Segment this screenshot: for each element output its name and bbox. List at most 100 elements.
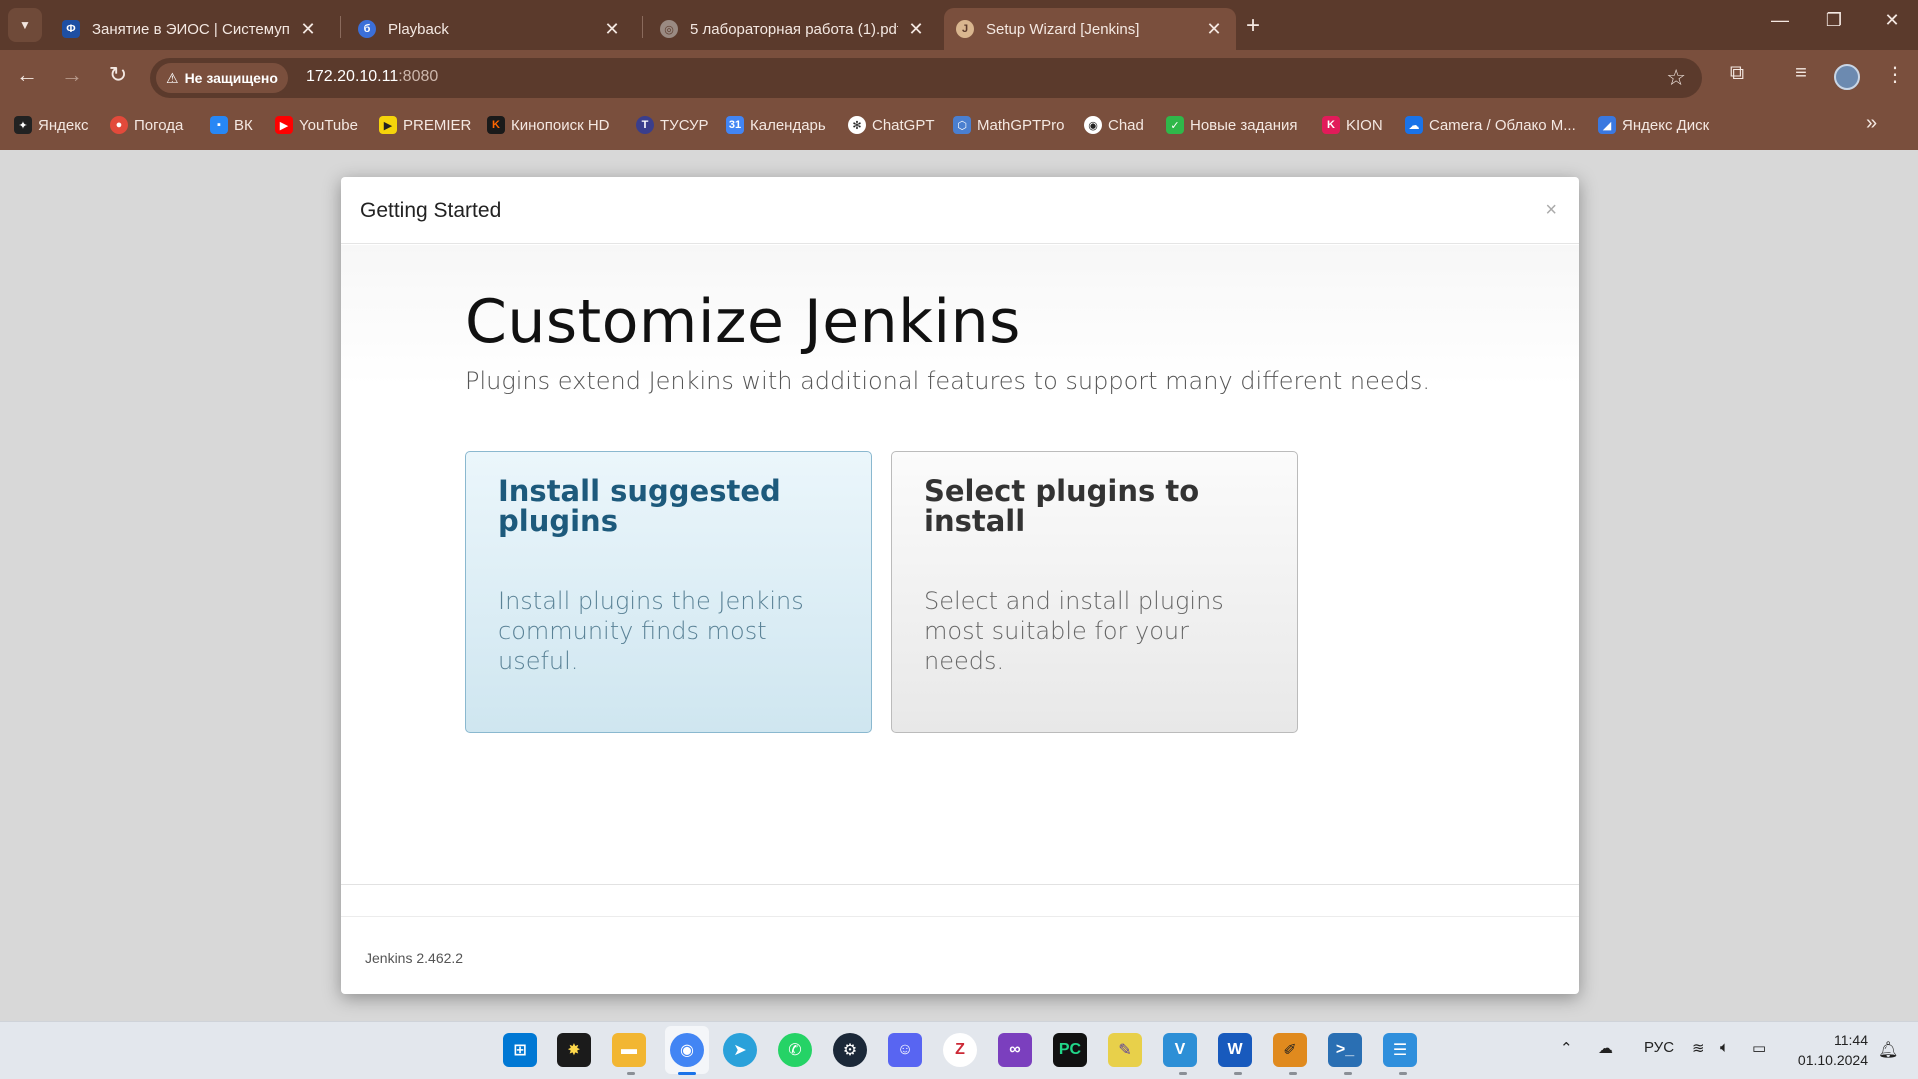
visual-studio-icon[interactable]: ∞ xyxy=(998,1033,1032,1067)
bookmark-tusur[interactable]: T ТУСУР xyxy=(636,114,709,136)
option-description: Select and install plugins most suitable… xyxy=(924,587,1224,675)
chad-icon: ◉ xyxy=(1084,116,1102,134)
whatsapp-icon[interactable]: ✆ xyxy=(778,1033,812,1067)
onedrive-cloud-icon[interactable]: ☁ xyxy=(1598,1039,1613,1057)
bookmark-new-tasks[interactable]: ✓ Новые задания xyxy=(1166,114,1298,136)
option-title: Select plugins to install xyxy=(924,474,1200,538)
telegram-icon[interactable]: ➤ xyxy=(723,1033,757,1067)
editor-x64-icon[interactable]: ✐ xyxy=(1273,1033,1307,1067)
setup-wizard-dialog: Getting Started × Customize Jenkins Plug… xyxy=(341,177,1579,994)
url-port: :8080 xyxy=(398,68,439,85)
double-chevron-right-icon[interactable]: » xyxy=(1866,112,1877,135)
toolbar: ← → ↻ ⚠ Не защищено 172.20.10.11:8080 ☆ … xyxy=(0,50,1918,100)
running-indicator xyxy=(627,1072,635,1075)
menu-kebab-icon[interactable]: ⋮ xyxy=(1880,62,1910,87)
forward-button[interactable]: → xyxy=(57,62,87,88)
bookmark-label: Календарь xyxy=(750,116,826,134)
bookmark-chatgpt[interactable]: ✻ ChatGPT xyxy=(848,114,935,136)
tab-pdf[interactable]: ◎ 5 лабораторная работа (1).pdf ✕ xyxy=(648,8,938,50)
tab-search-button[interactable]: ▼ xyxy=(8,8,42,42)
clock[interactable]: 11:44 01.10.2024 xyxy=(1790,1030,1868,1070)
premier-icon: ▶ xyxy=(379,116,397,134)
pycharm-icon[interactable]: PC xyxy=(1053,1033,1087,1067)
bookmark-premier[interactable]: ▶ PREMIER xyxy=(379,114,471,136)
close-icon[interactable]: ✕ xyxy=(906,19,926,40)
reload-button[interactable]: ↻ xyxy=(103,62,133,88)
divider xyxy=(341,884,1579,885)
running-indicator xyxy=(1234,1072,1242,1075)
volume-icon[interactable]: 🔈︎ xyxy=(1720,1039,1729,1056)
option-title: Install suggested plugins xyxy=(498,474,781,538)
tab-playback[interactable]: б Playback ✕ xyxy=(346,8,634,50)
word-icon[interactable]: W xyxy=(1218,1033,1252,1067)
url-host: 172.20.10.11 xyxy=(306,68,399,85)
bookmark-calendar[interactable]: 31 Календарь xyxy=(726,114,826,136)
restore-button[interactable]: ❐ xyxy=(1814,10,1854,31)
battery-icon[interactable]: ▭ xyxy=(1752,1039,1766,1057)
windows-start-icon[interactable]: ⊞ xyxy=(503,1033,537,1067)
notepad-icon[interactable]: ☰ xyxy=(1383,1033,1417,1067)
url-text[interactable]: 172.20.10.11:8080 xyxy=(306,68,438,86)
bookmark-label: ВК xyxy=(234,116,253,134)
file-explorer-icon[interactable]: ▬ xyxy=(612,1033,646,1067)
bookmark-label: ТУСУР xyxy=(660,116,709,134)
extensions-icon[interactable]: ⧉ xyxy=(1722,62,1752,85)
tab-title: Playback xyxy=(388,20,449,38)
bookmark-weather[interactable]: ● Погода xyxy=(110,114,183,136)
notification-bell-icon[interactable]: 🔔︎ xyxy=(1878,1040,1898,1060)
steam-icon[interactable]: ⚙ xyxy=(833,1033,867,1067)
jenkins-version: Jenkins 2.462.2 xyxy=(365,950,464,966)
bookmark-yandex-disk[interactable]: ◢ Яндекс Диск xyxy=(1598,114,1709,136)
chatgpt-icon: ✻ xyxy=(848,116,866,134)
chevron-down-icon: ▼ xyxy=(19,18,31,32)
close-window-button[interactable]: ✕ xyxy=(1872,10,1912,31)
bookmark-label: Погода xyxy=(134,116,184,134)
bookmark-chad[interactable]: ◉ Chad xyxy=(1084,114,1144,136)
code-editor-icon[interactable]: V xyxy=(1163,1033,1197,1067)
select-plugins-button[interactable]: Select plugins to install Select and ins… xyxy=(891,451,1298,733)
tab-jenkins-setup[interactable]: J Setup Wizard [Jenkins] ✕ xyxy=(944,8,1236,50)
security-chip[interactable]: ⚠ Не защищено xyxy=(156,63,288,93)
back-button[interactable]: ← xyxy=(12,62,42,88)
youtube-icon: ▶ xyxy=(275,116,293,134)
running-indicator xyxy=(1399,1072,1407,1075)
tab-eios[interactable]: Ф Занятие в ЭИОС | Системупр ✕ xyxy=(50,8,330,50)
powershell-icon[interactable]: >_ xyxy=(1328,1033,1362,1067)
bookmark-yandex[interactable]: ✦ Яндекс xyxy=(14,114,88,136)
tab-title: Занятие в ЭИОС | Системупр xyxy=(92,20,290,38)
close-icon[interactable]: ✕ xyxy=(602,19,622,40)
install-suggested-plugins-button[interactable]: Install suggested plugins Install plugin… xyxy=(465,451,872,733)
bookmark-vk[interactable]: ▪ ВК xyxy=(210,114,253,136)
yandex-icon: ✦ xyxy=(14,116,32,134)
dialog-header: Getting Started × xyxy=(341,177,1579,244)
explorer-sparkle-icon[interactable]: ✸ xyxy=(557,1033,591,1067)
bookmark-label: Кинопоиск HD xyxy=(511,116,610,134)
minimize-button[interactable]: — xyxy=(1760,10,1800,31)
profile-avatar[interactable] xyxy=(1834,64,1860,90)
bookmark-kinopoisk[interactable]: K Кинопоиск HD xyxy=(487,114,609,136)
discord-icon[interactable]: ☺ xyxy=(888,1033,922,1067)
bookmark-label: ChatGPT xyxy=(872,116,935,134)
address-bar[interactable]: ⚠ Не защищено 172.20.10.11:8080 ☆ xyxy=(150,58,1702,98)
dialog-header-title: Getting Started xyxy=(360,199,502,222)
yadisk-icon: ◢ xyxy=(1598,116,1616,134)
playback-icon: б xyxy=(358,20,376,38)
bookmark-mathgptpro[interactable]: ⬡ MathGPTPro xyxy=(953,114,1065,136)
paint-tool-icon[interactable]: ✎ xyxy=(1108,1033,1142,1067)
bookmark-cloud[interactable]: ☁ Camera / Облако М... xyxy=(1405,114,1576,136)
wifi-icon[interactable]: ≋ xyxy=(1692,1039,1705,1057)
language-indicator[interactable]: РУС xyxy=(1644,1039,1674,1056)
zotero-icon[interactable]: Z xyxy=(943,1033,977,1067)
media-control-icon[interactable]: ≡ xyxy=(1786,62,1816,85)
chrome-icon[interactable]: ◉ xyxy=(670,1033,704,1067)
close-icon[interactable]: ✕ xyxy=(298,19,318,40)
bookmark-label: Новые задания xyxy=(1190,116,1298,134)
bookmark-star-icon[interactable]: ☆ xyxy=(1666,65,1686,91)
close-icon[interactable]: × xyxy=(1545,199,1557,222)
bookmark-kion[interactable]: K KION xyxy=(1322,114,1383,136)
chevron-up-icon[interactable]: ⌃ xyxy=(1560,1039,1573,1057)
bookmark-youtube[interactable]: ▶ YouTube xyxy=(275,114,358,136)
close-icon[interactable]: ✕ xyxy=(1204,19,1224,40)
calendar-icon: 31 xyxy=(726,116,744,134)
new-tab-button[interactable]: + xyxy=(1246,12,1260,40)
